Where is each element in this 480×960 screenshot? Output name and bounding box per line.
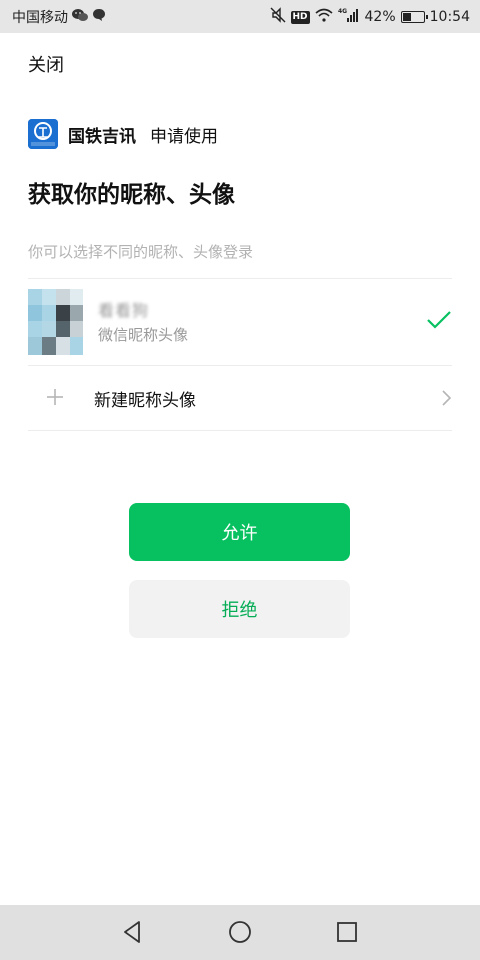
- signal-icon: 4G: [338, 7, 360, 27]
- app-header: 国铁吉讯 申请使用: [28, 119, 218, 149]
- carrier-label: 中国移动: [12, 10, 68, 26]
- status-right: HD 4G 42% 10:54: [270, 7, 470, 27]
- railway-logo-icon: [28, 119, 58, 149]
- page-title: 获取你的昵称、头像: [28, 182, 235, 208]
- profile-name: 看看狗: [98, 301, 150, 320]
- avatar: [28, 289, 83, 355]
- recents-icon[interactable]: [334, 919, 360, 945]
- new-profile-label: 新建昵称头像: [94, 391, 196, 411]
- profile-sub-label: 微信昵称头像: [98, 326, 189, 344]
- battery-icon: [400, 11, 428, 23]
- battery-percent: 42%: [364, 9, 396, 25]
- chevron-right-icon: [440, 388, 452, 408]
- plus-icon: [44, 386, 66, 408]
- message-icon: [92, 8, 106, 26]
- navigation-bar: [0, 905, 480, 960]
- deny-button[interactable]: 拒绝: [129, 580, 350, 638]
- close-button[interactable]: 关闭: [28, 51, 64, 77]
- status-left: 中国移动: [12, 7, 106, 27]
- wifi-icon: [314, 8, 333, 26]
- page-subtitle: 你可以选择不同的昵称、头像登录: [28, 243, 254, 261]
- status-bar: 中国移动 HD 4G 42% 10:54: [0, 0, 480, 33]
- back-icon[interactable]: [120, 919, 146, 945]
- network-type-label: 4G: [338, 8, 347, 15]
- wechat-icon: [72, 8, 88, 26]
- allow-button[interactable]: 允许: [129, 503, 350, 561]
- battery-fill: [402, 13, 411, 21]
- hd-icon: HD: [290, 10, 310, 24]
- clock: 10:54: [429, 9, 470, 25]
- home-icon[interactable]: [227, 919, 253, 945]
- profile-option-wechat[interactable]: 看看狗 微信昵称头像: [28, 279, 452, 365]
- check-icon: [426, 309, 452, 331]
- app-name: 国铁吉讯: [68, 126, 136, 147]
- divider: [28, 430, 452, 431]
- request-text: 申请使用: [150, 126, 218, 147]
- mute-icon: [270, 7, 286, 27]
- new-profile-option[interactable]: 新建昵称头像: [28, 366, 452, 430]
